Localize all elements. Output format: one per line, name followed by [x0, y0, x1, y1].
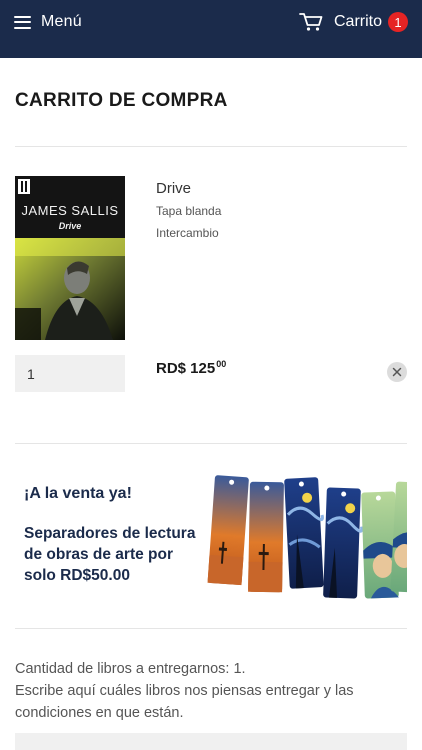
item-format: Tapa blanda — [156, 204, 222, 218]
cover-photo — [15, 238, 125, 340]
price-cents: 00 — [216, 359, 227, 369]
shopping-cart-icon — [299, 13, 323, 31]
cover-title: Drive — [58, 221, 82, 231]
promo-heading: ¡A la venta ya! — [24, 485, 132, 502]
promo-banner[interactable]: ¡A la venta ya! Separadores de lectura d… — [15, 464, 407, 610]
publisher-logo — [18, 179, 30, 194]
page-title: CARRITO DE COMPRA — [15, 90, 228, 111]
notes-instructions: Escribe aquí cuáles libros nos piensas e… — [15, 683, 354, 699]
top-navigation-bar: Menú Carrito 1 — [0, 0, 422, 58]
cart-label: Carrito — [333, 13, 382, 30]
books-count-note: Cantidad de libros a entregarnos: 1. — [15, 661, 246, 677]
hamburger-icon — [14, 15, 31, 29]
promo-line: Separadores de lectura — [24, 525, 196, 542]
notes-instructions: condiciones en que están. — [15, 705, 184, 721]
menu-button[interactable]: Menú — [14, 10, 82, 34]
item-price: RD$ 12500 — [156, 359, 227, 377]
promo-line: de obras de arte por — [24, 546, 174, 563]
close-icon — [392, 367, 402, 377]
cover-author: JAMES SALLIS — [21, 203, 119, 218]
price-main: RD$ 125 — [156, 360, 216, 377]
remove-item-button[interactable] — [387, 362, 407, 382]
menu-label: Menú — [41, 13, 82, 30]
cart-count-badge: 1 — [388, 12, 408, 32]
cart-button[interactable]: Carrito 1 — [299, 9, 408, 35]
divider — [15, 628, 407, 629]
book-cover-image[interactable]: JAMES SALLIS Drive — [15, 176, 125, 340]
notes-textarea[interactable] — [15, 733, 407, 750]
divider — [15, 443, 407, 444]
promo-line: solo RD$50.00 — [24, 567, 130, 584]
bookmarks-illustration — [207, 475, 407, 599]
quantity-input[interactable] — [15, 355, 125, 392]
item-type: Intercambio — [156, 226, 219, 240]
item-title[interactable]: Drive — [156, 180, 191, 197]
divider — [15, 146, 407, 147]
